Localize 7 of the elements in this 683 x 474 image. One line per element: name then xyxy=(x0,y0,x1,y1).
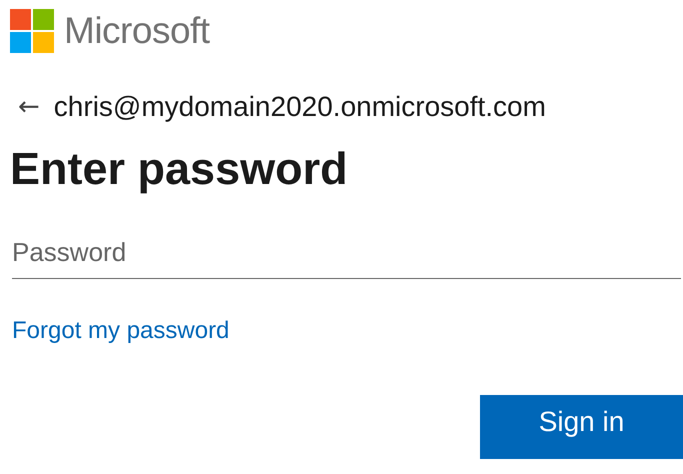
back-button[interactable]: ← xyxy=(18,94,40,120)
account-email: chris@mydomain2020.onmicrosoft.com xyxy=(54,91,546,123)
page-heading: Enter password xyxy=(10,143,349,195)
forgot-password-link[interactable]: Forgot my password xyxy=(12,317,230,345)
logo-icon xyxy=(10,9,54,53)
logo-text: Microsoft xyxy=(64,10,210,52)
sign-in-button[interactable]: Sign in xyxy=(480,395,683,459)
